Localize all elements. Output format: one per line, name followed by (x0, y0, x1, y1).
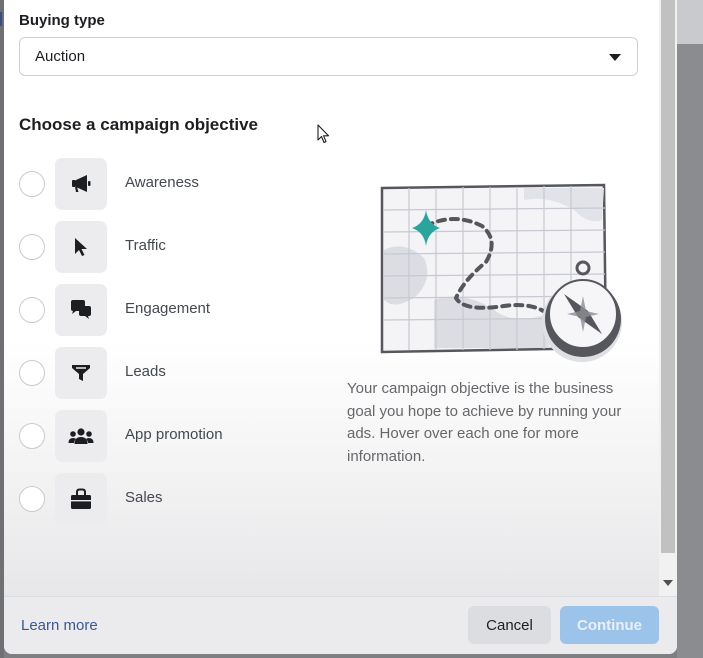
objective-option-sales[interactable]: Sales (19, 473, 319, 525)
dialog-footer: Learn more Cancel Continue (4, 596, 677, 654)
leads-radio[interactable] (19, 360, 45, 386)
learn-more-link[interactable]: Learn more (21, 617, 98, 634)
objective-option-awareness[interactable]: Awareness (19, 158, 319, 210)
objective-label-app-promotion: App promotion (125, 426, 223, 443)
objective-option-traffic[interactable]: Traffic (19, 221, 319, 273)
scrollbar-thumb[interactable] (661, 0, 675, 553)
map-with-compass-illustration (380, 183, 622, 362)
modal-backdrop (677, 0, 703, 658)
objective-label-traffic: Traffic (125, 237, 166, 254)
traffic-radio[interactable] (19, 234, 45, 260)
objective-help-text: Your campaign objective is the business … (347, 380, 622, 465)
scroll-down-arrow-icon[interactable] (663, 580, 673, 586)
buying-type-select[interactable]: Auction (19, 37, 638, 76)
objective-label-leads: Leads (125, 363, 166, 380)
buying-type-label: Buying type (19, 12, 105, 29)
continue-button[interactable]: Continue (560, 606, 659, 644)
cursor-arrow-icon (55, 221, 107, 273)
objective-option-app-promotion[interactable]: App promotion (19, 410, 319, 462)
dialog-scrollbar[interactable] (659, 0, 677, 596)
engagement-radio[interactable] (19, 297, 45, 323)
backdrop-highlight (677, 0, 703, 44)
section-title: Choose a campaign objective (19, 115, 259, 134)
people-group-icon (55, 410, 107, 462)
objective-label-awareness: Awareness (125, 174, 199, 191)
megaphone-icon (55, 158, 107, 210)
buying-type-value: Auction (35, 48, 86, 65)
campaign-objective-dialog: Buying type Auction Choose a campaign ob… (4, 0, 677, 654)
dialog-scroll-area: Buying type Auction Choose a campaign ob… (4, 0, 659, 596)
caret-down-icon (609, 54, 621, 61)
objective-label-engagement: Engagement (125, 300, 211, 317)
sales-radio[interactable] (19, 486, 45, 512)
background-window-mark (0, 12, 2, 26)
awareness-radio[interactable] (19, 171, 45, 197)
objective-label-sales: Sales (125, 489, 163, 506)
funnel-icon (55, 347, 107, 399)
app-promotion-radio[interactable] (19, 423, 45, 449)
objective-option-leads[interactable]: Leads (19, 347, 319, 399)
chat-bubbles-icon (55, 284, 107, 336)
mouse-pointer-icon (317, 124, 330, 144)
objective-option-engagement[interactable]: Engagement (19, 284, 319, 336)
shopping-bag-icon (55, 473, 107, 525)
cancel-button[interactable]: Cancel (468, 606, 551, 644)
